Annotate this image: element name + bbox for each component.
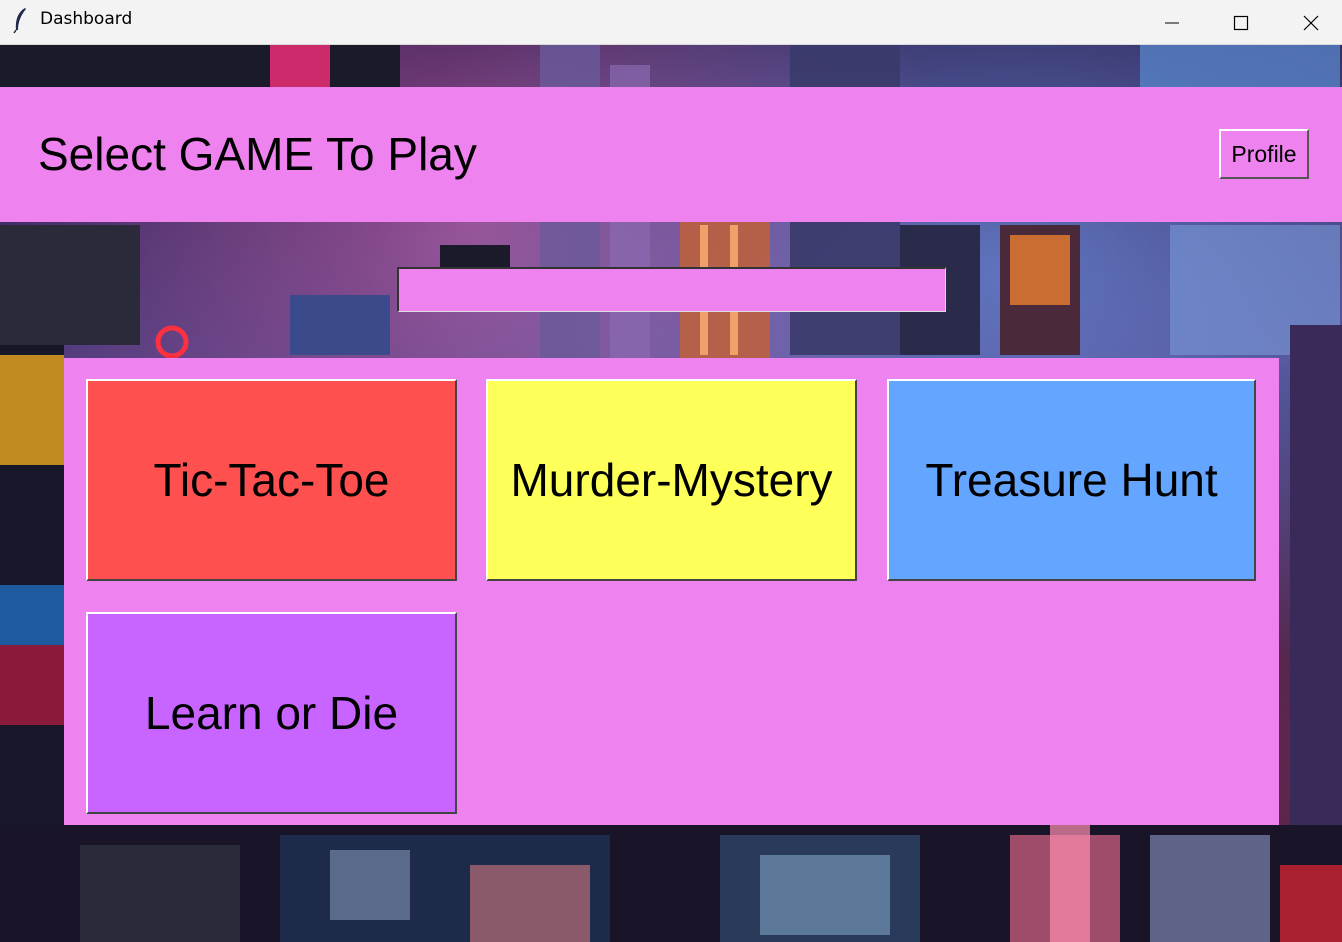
- games-panel: Tic-Tac-Toe Murder-Mystery Treasure Hunt…: [64, 358, 1279, 825]
- treasure-hunt-button[interactable]: Treasure Hunt: [887, 379, 1256, 581]
- window-titlebar: Dashboard: [0, 0, 1342, 45]
- murder-mystery-button[interactable]: Murder-Mystery: [486, 379, 857, 581]
- learn-or-die-button[interactable]: Learn or Die: [86, 612, 457, 814]
- window-title: Dashboard: [40, 9, 133, 29]
- close-button[interactable]: [1276, 0, 1342, 45]
- tic-tac-toe-button[interactable]: Tic-Tac-Toe: [86, 379, 457, 581]
- close-icon: [1303, 15, 1319, 30]
- minimize-button[interactable]: [1137, 0, 1207, 45]
- search-input[interactable]: [397, 267, 946, 312]
- profile-button[interactable]: Profile: [1219, 129, 1309, 179]
- maximize-button[interactable]: [1206, 0, 1276, 45]
- minimize-icon: [1165, 22, 1179, 23]
- feather-icon: [13, 8, 26, 34]
- header-bar: Select GAME To Play Profile: [0, 87, 1342, 222]
- maximize-icon: [1233, 15, 1249, 30]
- page-title: Select GAME To Play: [38, 128, 477, 180]
